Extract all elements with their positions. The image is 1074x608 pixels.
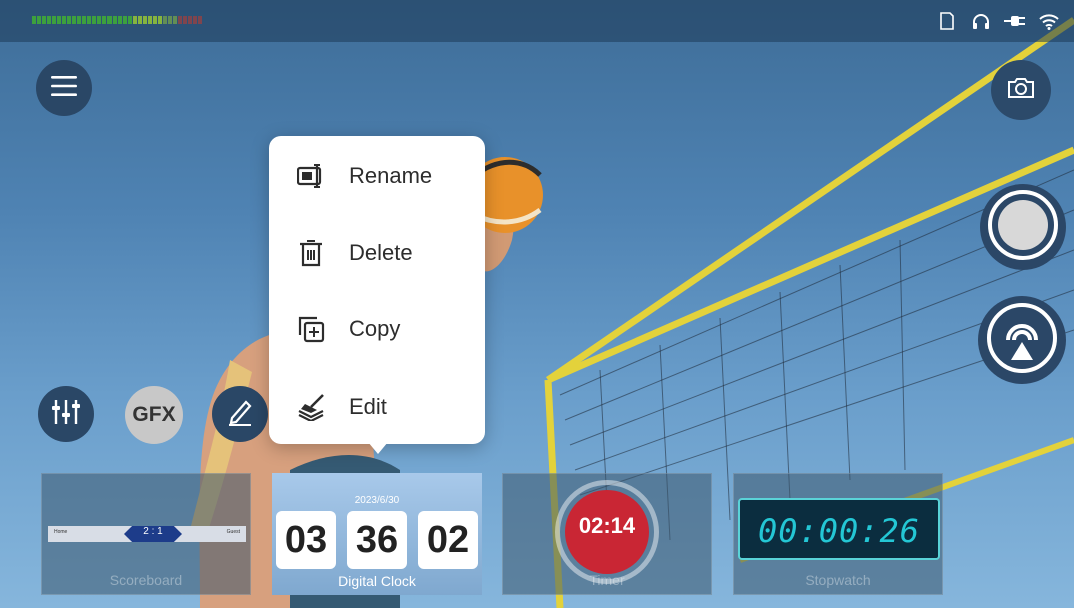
- menu-icon: [51, 75, 77, 102]
- trash-icon: [297, 239, 325, 267]
- meter-segment: [57, 16, 62, 24]
- menu-item-label: Copy: [349, 316, 401, 341]
- gfx-button[interactable]: GFX: [125, 386, 183, 444]
- meter-segment: [117, 16, 122, 24]
- menu-item-copy[interactable]: Copy: [269, 294, 485, 364]
- pen-icon: [226, 398, 254, 431]
- audio-mixer-button[interactable]: [38, 386, 94, 442]
- clock-minutes: 36: [347, 511, 407, 569]
- meter-segment: [152, 16, 157, 24]
- meter-segment: [67, 16, 72, 24]
- snapshot-button[interactable]: [991, 60, 1051, 120]
- stopwatch-display: 00:00:26: [738, 498, 940, 560]
- record-icon: [987, 189, 1059, 266]
- go-live-button[interactable]: [978, 296, 1066, 384]
- camera-icon: [1007, 77, 1035, 104]
- card-label: Stopwatch: [805, 572, 871, 588]
- score-value: 2 : 1: [143, 526, 163, 537]
- draw-button[interactable]: [212, 386, 268, 442]
- meter-segment: [62, 16, 67, 24]
- menu-item-label: Rename: [349, 163, 433, 188]
- audio-level-meter: [32, 16, 203, 24]
- meter-segment: [162, 16, 167, 24]
- headphones-icon: [970, 10, 992, 32]
- meter-segment: [97, 16, 102, 24]
- menu-button[interactable]: [36, 60, 92, 116]
- wifi-icon: [1038, 10, 1060, 32]
- copy-icon: [297, 315, 325, 343]
- meter-segment: [132, 16, 137, 24]
- meter-segment: [182, 16, 187, 24]
- meter-segment: [157, 16, 162, 24]
- timer-overlay-card[interactable]: 02:14 Timer: [502, 473, 712, 595]
- meter-segment: [137, 16, 142, 24]
- meter-segment: [147, 16, 152, 24]
- meter-segment: [107, 16, 112, 24]
- clock-date: 2023/6/30: [354, 495, 400, 506]
- meter-segment: [177, 16, 182, 24]
- timer-value: 02:14: [578, 513, 636, 538]
- menu-item-label: Delete: [349, 240, 413, 265]
- meter-segment: [127, 16, 132, 24]
- card-label: Digital Clock: [338, 573, 416, 589]
- broadcast-icon: [986, 302, 1058, 379]
- sd-card-icon: [936, 10, 958, 32]
- guest-team-label: Guest: [226, 529, 240, 535]
- menu-item-rename[interactable]: Rename: [269, 141, 485, 211]
- menu-item-edit[interactable]: Edit: [269, 372, 485, 442]
- clock-hours: 03: [276, 511, 336, 569]
- mixer-icon: [51, 398, 81, 431]
- meter-segment: [82, 16, 87, 24]
- meter-segment: [142, 16, 147, 24]
- meter-segment: [37, 16, 42, 24]
- stopwatch-overlay-card[interactable]: 00:00:26 Stopwatch: [733, 473, 943, 595]
- meter-segment: [32, 16, 37, 24]
- overlay-context-menu: Rename Delete Copy Edit: [269, 136, 485, 444]
- stopwatch-value: 00:00:26: [757, 512, 921, 550]
- scoreboard-preview: Home 2 : 1 Guest: [48, 526, 246, 542]
- meter-segment: [187, 16, 192, 24]
- menu-pointer: [368, 442, 388, 454]
- meter-segment: [102, 16, 107, 24]
- card-label: Scoreboard: [109, 572, 183, 588]
- score-badge: 2 : 1: [124, 526, 182, 542]
- meter-segment: [87, 16, 92, 24]
- menu-item-delete[interactable]: Delete: [269, 218, 485, 288]
- menu-item-label: Edit: [349, 394, 387, 419]
- meter-segment: [47, 16, 52, 24]
- meter-segment: [92, 16, 97, 24]
- timer-disc: 02:14: [565, 490, 649, 574]
- meter-segment: [112, 16, 117, 24]
- power-plug-icon: [1004, 10, 1026, 32]
- digital-clock-overlay-card[interactable]: 2023/6/30 03 36 02 Digital Clock: [272, 473, 482, 595]
- meter-segment: [198, 16, 203, 24]
- meter-segment: [172, 16, 177, 24]
- edit-layers-icon: [297, 393, 325, 423]
- clock-seconds: 02: [418, 511, 478, 569]
- scoreboard-overlay-card[interactable]: Home 2 : 1 Guest Scoreboard: [41, 473, 251, 595]
- status-bar: [0, 0, 1074, 42]
- meter-segment: [77, 16, 82, 24]
- card-label: Timer: [589, 572, 625, 588]
- meter-segment: [193, 16, 198, 24]
- home-team-label: Home: [54, 529, 68, 535]
- meter-segment: [122, 16, 127, 24]
- meter-segment: [72, 16, 77, 24]
- rename-icon: [296, 162, 325, 190]
- meter-segment: [52, 16, 57, 24]
- clock-digits: 03 36 02: [276, 511, 478, 569]
- meter-segment: [42, 16, 47, 24]
- record-button[interactable]: [980, 184, 1066, 270]
- camera-preview: GFX Home 2 : 1 Guest Scoreboard 2023/6/3…: [0, 0, 1074, 608]
- meter-segment: [167, 16, 172, 24]
